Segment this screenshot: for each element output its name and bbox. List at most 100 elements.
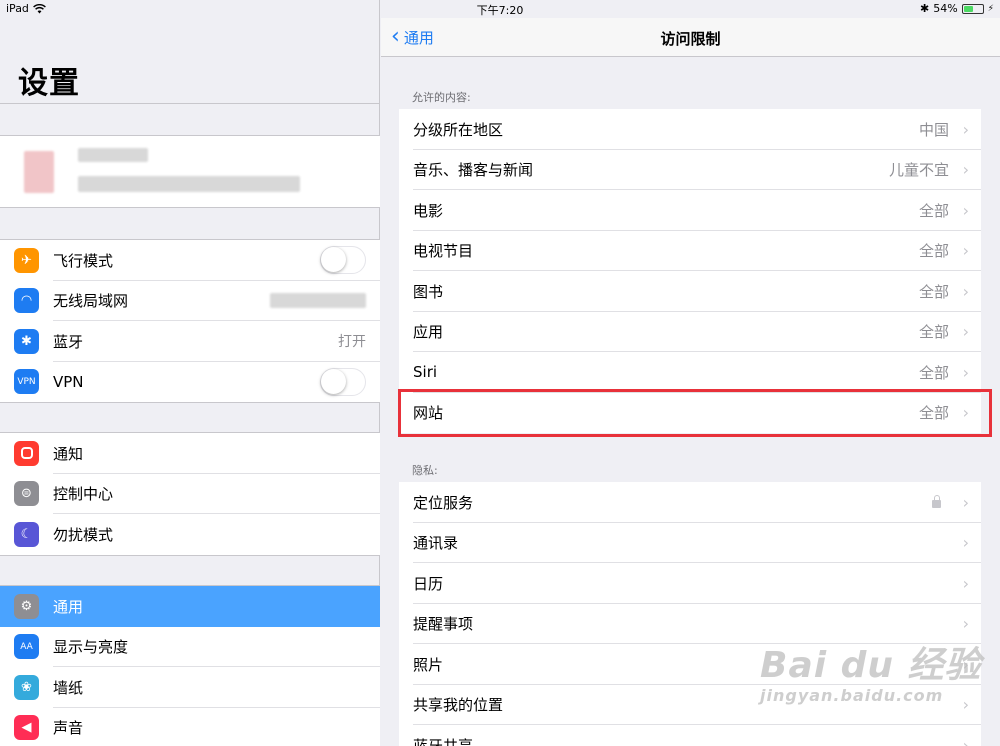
- chevron-right-icon: ›: [962, 614, 969, 634]
- privacy-row[interactable]: 定位服务 ›: [399, 482, 981, 523]
- sidebar-item-label: 显示与亮度: [53, 638, 129, 657]
- allowed-row-value: 全部: [918, 404, 949, 423]
- sidebar-item-gear[interactable]: ⚙ 通用: [0, 586, 380, 627]
- chevron-right-icon: ›: [962, 281, 969, 301]
- allowed-row-label: 应用: [413, 323, 444, 342]
- allowed-row-value: 全部: [918, 323, 949, 342]
- chevron-right-icon: ›: [962, 735, 969, 746]
- toggle-knob: [321, 368, 346, 394]
- notifications-group: 通知 ⊜ 控制中心 ☾ 勿扰模式: [0, 432, 380, 556]
- sidebar-item-speaker[interactable]: ◀ 声音: [0, 708, 380, 746]
- sidebar-item-wallpaper[interactable]: ❀ 墙纸: [0, 667, 380, 708]
- sidebar-item-moon[interactable]: ☾ 勿扰模式: [0, 514, 380, 555]
- sidebar-item-label: VPN: [53, 372, 84, 391]
- allowed-row-label: 网站: [413, 404, 444, 423]
- settings-master-pane: 设置 ✈ 飞行模式 ◠ 无线局域网 ✱ 蓝牙 打开 VPN VPN 通知 ⊜ 控制中心 ☾ 勿扰模式 ⚙…: [0, 0, 380, 746]
- allowed-content-header: 允许的内容:: [412, 91, 471, 104]
- lock-icon: [932, 495, 941, 508]
- wallpaper-icon: ❀: [14, 674, 39, 700]
- wifi-icon: ◠: [14, 288, 39, 314]
- airplane-icon: ✈: [14, 247, 39, 273]
- sidebar-item-value: 打开: [338, 334, 366, 351]
- chevron-right-icon: ›: [962, 241, 969, 261]
- sidebar-item-label: 通用: [53, 597, 84, 616]
- chevron-right-icon: ›: [962, 492, 969, 512]
- allowed-row-label: 电影: [413, 201, 444, 220]
- sidebar-item-text-size[interactable]: AA 显示与亮度: [0, 627, 380, 667]
- control-center-icon: ⊜: [14, 481, 39, 507]
- privacy-row-label: 照片: [413, 655, 444, 674]
- toggle-switch[interactable]: [320, 367, 366, 396]
- chevron-right-icon: ›: [962, 322, 969, 342]
- blurred-network-name: [270, 293, 366, 309]
- chevron-right-icon: ›: [962, 119, 969, 139]
- privacy-row-label: 日历: [413, 574, 444, 593]
- allowed-row[interactable]: 图书 全部 ›: [399, 271, 981, 312]
- allowed-row-label: 分级所在地区: [413, 120, 504, 139]
- charging-icon: ⚡: [987, 3, 994, 14]
- blurred-subtitle: [78, 176, 300, 192]
- general-group: ⚙ 通用 AA 显示与亮度 ❀ 墙纸 ◀ 声音: [0, 585, 380, 746]
- toggle-knob: [321, 247, 346, 273]
- privacy-row[interactable]: 蓝牙共享 ›: [399, 725, 981, 746]
- allowed-row[interactable]: 电影 全部 ›: [399, 190, 981, 231]
- sidebar-item-label: 蓝牙: [53, 332, 84, 351]
- nav-title: 访问限制: [660, 30, 721, 48]
- sidebar-item-label: 控制中心: [53, 485, 114, 504]
- chevron-right-icon: ›: [962, 533, 969, 553]
- allowed-row-label: Siri: [413, 363, 438, 382]
- allowed-row[interactable]: 分级所在地区 中国 ›: [399, 109, 981, 150]
- privacy-row-label: 通讯录: [413, 534, 459, 553]
- privacy-row[interactable]: 通讯录 ›: [399, 523, 981, 563]
- allowed-row[interactable]: 电视节目 全部 ›: [399, 231, 981, 271]
- sidebar-item-label: 声音: [53, 719, 84, 738]
- status-bar: iPad 下午7:20 ✱ 54% ⚡: [0, 0, 1000, 18]
- chevron-right-icon: ›: [962, 573, 969, 593]
- battery-icon: [961, 3, 984, 14]
- privacy-row-label: 提醒事项: [413, 615, 474, 634]
- allowed-row[interactable]: 应用 全部 ›: [399, 312, 981, 352]
- blurred-name: [78, 148, 148, 162]
- allowed-row-label: 图书: [413, 282, 444, 301]
- chevron-right-icon: ›: [962, 200, 969, 220]
- allowed-row[interactable]: Siri 全部 ›: [399, 352, 981, 393]
- allowed-row-value: 中国: [918, 120, 949, 139]
- divider: [0, 103, 380, 104]
- sidebar-item-wifi[interactable]: ◠ 无线局域网: [0, 281, 380, 321]
- sidebar-item-airplane[interactable]: ✈ 飞行模式: [0, 240, 380, 281]
- allowed-row-value: 儿童不宜: [888, 161, 949, 180]
- restrictions-detail-pane: ‹ 通用 访问限制 允许的内容: 分级所在地区 中国 › 音乐、播客与新闻 儿童不宜 › 电…: [381, 0, 1000, 746]
- speaker-icon: ◀: [14, 715, 39, 741]
- vpn-icon: VPN: [14, 369, 39, 395]
- sidebar-item-label: 通知: [53, 444, 84, 463]
- privacy-header: 隐私:: [412, 464, 438, 477]
- clock: 下午7:20: [476, 4, 524, 17]
- allowed-row-label: 电视节目: [413, 242, 474, 261]
- apple-id-profile[interactable]: [0, 135, 380, 208]
- bluetooth-status-icon: ✱: [920, 2, 930, 15]
- toggle-switch[interactable]: [320, 246, 366, 275]
- allowed-row[interactable]: 音乐、播客与新闻 儿童不宜 ›: [399, 150, 981, 190]
- allowed-row[interactable]: 网站 全部 ›: [399, 393, 981, 434]
- allowed-row-value: 全部: [918, 201, 949, 220]
- sidebar-item-vpn[interactable]: VPN VPN: [0, 362, 380, 403]
- sidebar-item-control-center[interactable]: ⊜ 控制中心: [0, 474, 380, 514]
- sidebar-item-label: 无线局域网: [53, 292, 129, 311]
- sidebar-item-bluetooth[interactable]: ✱ 蓝牙 打开: [0, 321, 380, 362]
- sidebar-item-notification[interactable]: 通知: [0, 433, 380, 474]
- privacy-row-label: 共享我的位置: [413, 696, 504, 715]
- chevron-right-icon: ›: [962, 160, 969, 180]
- allowed-content-list: 分级所在地区 中国 › 音乐、播客与新闻 儿童不宜 › 电影 全部 › 电视节目 全部 › 图书 全部 › 应…: [399, 109, 981, 433]
- allowed-row-value: 全部: [918, 242, 949, 261]
- sidebar-item-label: 勿扰模式: [53, 525, 114, 544]
- privacy-row[interactable]: 日历 ›: [399, 563, 981, 604]
- allowed-row-value: 全部: [918, 363, 949, 382]
- chevron-right-icon: ›: [962, 403, 969, 423]
- avatar: [24, 151, 54, 193]
- text-size-icon: AA: [14, 634, 39, 660]
- connectivity-group: ✈ 飞行模式 ◠ 无线局域网 ✱ 蓝牙 打开 VPN VPN: [0, 239, 380, 403]
- moon-icon: ☾: [14, 521, 39, 547]
- bluetooth-icon: ✱: [14, 328, 39, 354]
- sidebar-item-label: 墙纸: [53, 678, 84, 697]
- sidebar-item-label: 飞行模式: [53, 251, 114, 270]
